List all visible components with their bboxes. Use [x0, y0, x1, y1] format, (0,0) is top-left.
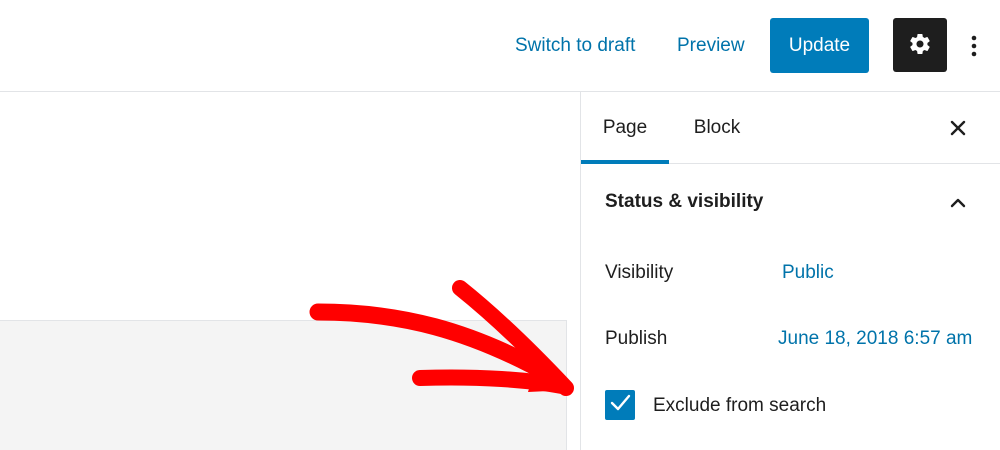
status-visibility-panel-toggle[interactable]: Status & visibility: [581, 164, 1000, 240]
chevron-up-icon: [947, 192, 969, 214]
editor-header: Switch to draft Preview Update: [0, 0, 1000, 92]
content-block[interactable]: [0, 320, 567, 450]
tab-block[interactable]: Block: [683, 92, 751, 164]
visibility-toggle[interactable]: Public: [782, 262, 834, 284]
panel-title: Status & visibility: [605, 191, 764, 212]
switch-to-draft-button[interactable]: Switch to draft: [515, 30, 635, 62]
tab-page-label: Page: [602, 117, 648, 138]
publish-date-toggle[interactable]: June 18, 2018 6:57 am: [778, 328, 972, 350]
checkmark-icon: [609, 392, 631, 419]
exclude-from-search-checkbox[interactable]: [605, 390, 635, 420]
preview-button[interactable]: Preview: [677, 30, 745, 62]
vertical-ellipsis-icon: [971, 34, 977, 61]
gear-icon: [908, 32, 932, 59]
settings-sidebar: Page Block Status & visibility Visibilit…: [580, 92, 1000, 450]
editor-screen: Switch to draft Preview Update Page Bloc…: [0, 0, 1000, 450]
settings-button[interactable]: [893, 18, 947, 72]
close-sidebar-button[interactable]: [943, 114, 973, 144]
close-icon: [949, 119, 967, 140]
visibility-label: Visibility: [605, 262, 674, 283]
publish-label: Publish: [605, 328, 668, 349]
sidebar-tabs: Page Block: [581, 92, 1000, 164]
tab-page[interactable]: Page: [581, 92, 669, 164]
exclude-from-search-label: Exclude from search: [653, 395, 827, 416]
tab-block-label: Block: [693, 117, 741, 138]
update-button[interactable]: Update: [770, 18, 869, 73]
editor-canvas[interactable]: [0, 92, 580, 450]
more-options-button[interactable]: [960, 25, 988, 69]
